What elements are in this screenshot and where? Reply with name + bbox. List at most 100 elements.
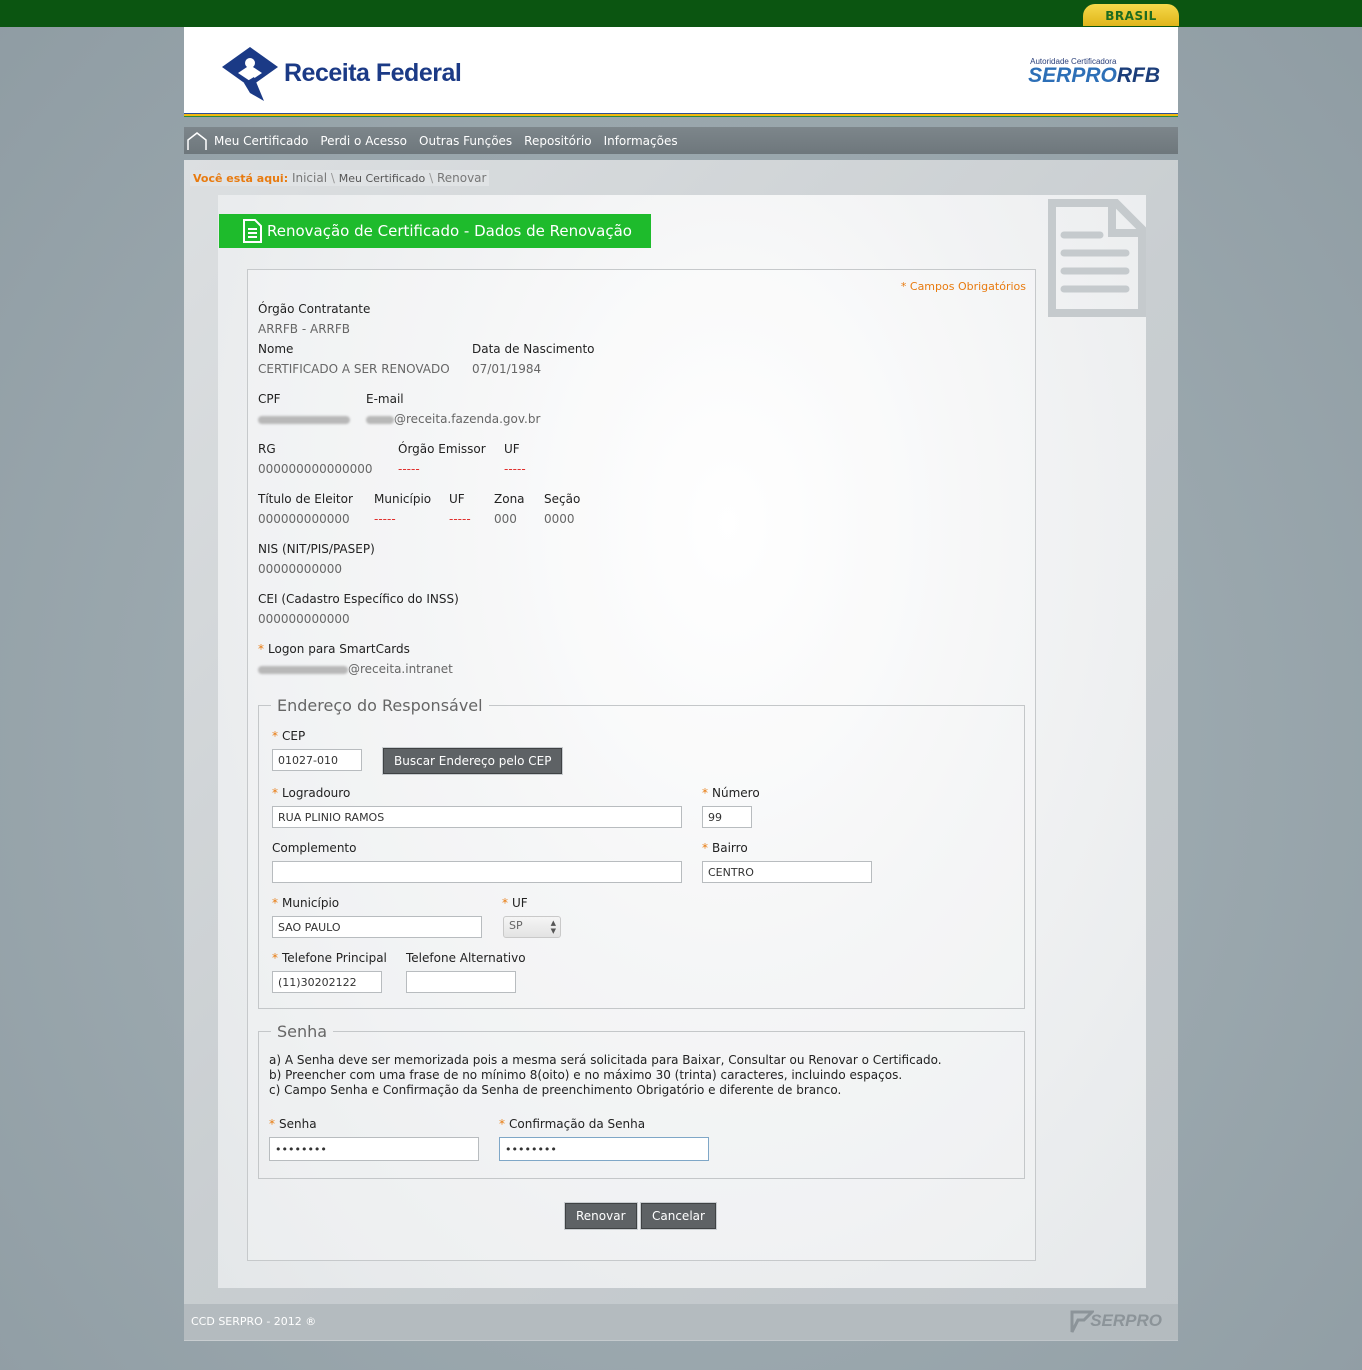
logradouro-label-text: Logradouro: [282, 786, 351, 800]
cep-input[interactable]: [272, 749, 362, 771]
rg-uf-label: UF: [504, 442, 520, 456]
uf-select[interactable]: SP ▲ ▼: [503, 916, 561, 938]
main-nav: Meu Certificado Perdi o Acesso Outras Fu…: [184, 127, 1178, 154]
cancelar-button[interactable]: Cancelar: [641, 1203, 716, 1229]
senha-label-text: Senha: [279, 1117, 317, 1131]
telefone-principal-label: * Telefone Principal: [272, 951, 387, 965]
bairro-label: * Bairro: [702, 841, 748, 855]
municipio-label-text: Município: [282, 896, 340, 910]
nav-perdi-o-acesso[interactable]: Perdi o Acesso: [320, 134, 407, 148]
cpf-value-redacted: [258, 412, 350, 426]
cep-label: * CEP: [272, 729, 305, 743]
secao-value: 0000: [544, 512, 575, 526]
complemento-input[interactable]: [272, 861, 682, 883]
footer: CCD SERPRO - 2012 ® SERPRO: [184, 1304, 1178, 1340]
serpro-footer-logo[interactable]: SERPRO: [1068, 1308, 1162, 1334]
nis-label: NIS (NIT/PIS/PASEP): [258, 542, 375, 556]
bairro-label-text: Bairro: [712, 841, 748, 855]
nav-meu-certificado[interactable]: Meu Certificado: [214, 134, 308, 148]
breadcrumb: Você está aqui: Inicial \ Meu Certificad…: [190, 170, 490, 186]
breadcrumb-item-renovar: Renovar: [436, 171, 487, 185]
rg-value: 000000000000000: [258, 462, 373, 476]
receita-federal-logo[interactable]: Receita Federal: [220, 43, 462, 103]
document-icon: [241, 218, 263, 244]
logon-smartcards-label-text: Logon para SmartCards: [268, 642, 410, 656]
numero-input[interactable]: [702, 806, 752, 828]
bairro-input[interactable]: [702, 861, 872, 883]
orgao-emissor-label: Órgão Emissor: [398, 442, 486, 456]
data-nascimento-label: Data de Nascimento: [472, 342, 595, 356]
senha-label: * Senha: [269, 1117, 317, 1131]
breadcrumb-item-meu-certificado[interactable]: Meu Certificado: [339, 172, 426, 185]
secao-label: Seção: [544, 492, 581, 506]
telefone-alternativo-label: Telefone Alternativo: [406, 951, 526, 965]
renewal-form: * Campos Obrigatórios Órgão Contratante …: [247, 269, 1036, 1261]
cpf-label: CPF: [258, 392, 281, 406]
rg-uf-value: -----: [504, 462, 526, 476]
telefone-principal-label-text: Telefone Principal: [282, 951, 387, 965]
uf-select-value: SP: [509, 919, 523, 932]
breadcrumb-item-inicial[interactable]: Inicial: [292, 171, 327, 185]
page-wrapper: Receita Federal Autoridade Certificadora…: [184, 27, 1178, 1341]
orgao-contratante-value: ARRFB - ARRFB: [258, 322, 350, 336]
required-star: *: [272, 786, 278, 800]
required-star: *: [272, 896, 278, 910]
nav-outras-funcoes[interactable]: Outras Funções: [419, 134, 512, 148]
senha-instruction-c: c) Campo Senha e Confirmação da Senha de…: [269, 1083, 842, 1097]
nav-informacoes[interactable]: Informações: [604, 134, 678, 148]
logon-smartcards-label: * Logon para SmartCards: [258, 642, 410, 656]
breadcrumb-prefix: Você está aqui:: [193, 172, 289, 185]
senha-instructions: a) A Senha deve ser memorizada pois a me…: [269, 1053, 942, 1098]
home-icon[interactable]: [184, 127, 210, 154]
nav-repositorio[interactable]: Repositório: [524, 134, 591, 148]
confirmacao-senha-input[interactable]: [499, 1137, 709, 1161]
nome-label: Nome: [258, 342, 294, 356]
serpro-text: SERPRO: [1028, 64, 1117, 87]
logradouro-input[interactable]: [272, 806, 682, 828]
receita-federal-logo-icon: [222, 47, 278, 101]
email-value: @receita.fazenda.gov.br: [366, 412, 540, 426]
address-legend: Endereço do Responsável: [277, 696, 483, 715]
government-bar: BRASIL: [0, 0, 1362, 27]
required-star: *: [258, 642, 264, 656]
chevron-up-down-icon: ▲ ▼: [550, 919, 556, 935]
cep-label-text: CEP: [282, 729, 306, 743]
email-domain: @receita.fazenda.gov.br: [394, 412, 541, 426]
rg-label: RG: [258, 442, 276, 456]
cei-value: 000000000000: [258, 612, 350, 626]
zona-label: Zona: [494, 492, 525, 506]
orgao-contratante-label: Órgão Contratante: [258, 302, 371, 316]
required-star: *: [702, 841, 708, 855]
buscar-endereco-button[interactable]: Buscar Endereço pelo CEP: [383, 748, 563, 774]
page-title: Renovação de Certificado - Dados de Reno…: [219, 214, 651, 248]
senha-input[interactable]: [269, 1137, 479, 1161]
municipio-input[interactable]: [272, 916, 482, 938]
page-title-text: Renovação de Certificado - Dados de Reno…: [267, 222, 632, 240]
telefone-alternativo-input[interactable]: [406, 971, 516, 993]
logradouro-label: * Logradouro: [272, 786, 350, 800]
header: Receita Federal Autoridade Certificadora…: [184, 27, 1178, 113]
municipio-label: * Município: [272, 896, 339, 910]
nis-value: 00000000000: [258, 562, 342, 576]
brasil-link[interactable]: BRASIL: [1083, 4, 1179, 26]
renovar-button[interactable]: Renovar: [565, 1203, 637, 1229]
footer-logo-text: SERPRO: [1090, 1311, 1162, 1330]
titulo-municipio-value: -----: [374, 512, 396, 526]
telefone-principal-input[interactable]: [272, 971, 382, 993]
cei-label: CEI (Cadastro Específico do INSS): [258, 592, 459, 606]
uf-label-text: UF: [512, 896, 528, 910]
confirmacao-senha-label-text: Confirmação da Senha: [509, 1117, 646, 1131]
serpro-logo-text: SERPRORFB: [1028, 64, 1160, 87]
main-panel: Renovação de Certificado - Dados de Reno…: [218, 195, 1146, 1288]
serpro-rfb-logo[interactable]: Autoridade Certificadora SERPRORFB: [1028, 57, 1160, 86]
senha-instruction-b: b) Preencher com uma frase de no mínimo …: [269, 1068, 903, 1082]
receita-federal-logo-text: Receita Federal: [284, 58, 462, 87]
logon-smartcards-value: @receita.intranet: [258, 662, 453, 676]
email-label: E-mail: [366, 392, 404, 406]
header-stripe: [184, 113, 1178, 117]
required-star: *: [502, 896, 508, 910]
content-area: Você está aqui: Inicial \ Meu Certificad…: [184, 160, 1178, 1341]
breadcrumb-separator: \: [429, 171, 434, 185]
titulo-eleitor-value: 000000000000: [258, 512, 350, 526]
numero-label-text: Número: [712, 786, 760, 800]
